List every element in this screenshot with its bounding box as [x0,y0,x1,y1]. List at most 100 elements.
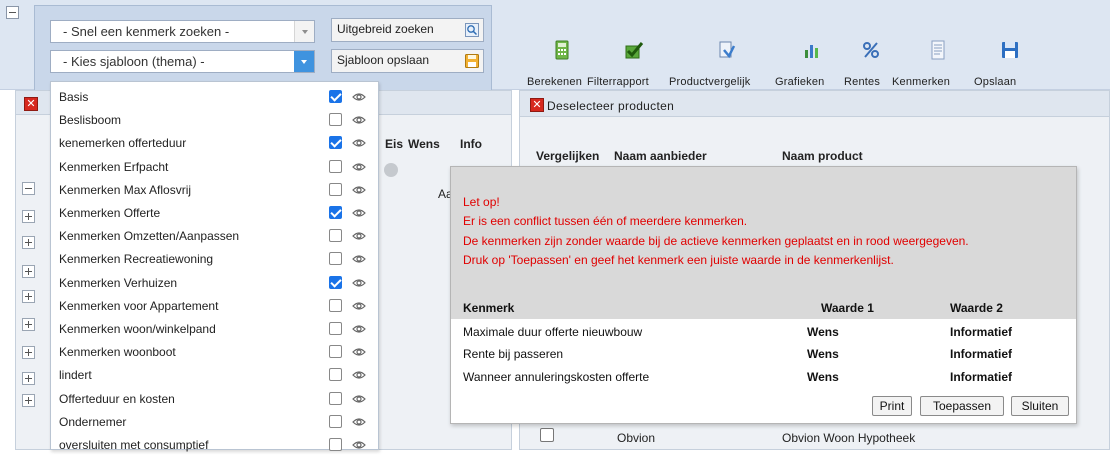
advanced-search-label: Uitgebreid zoeken [337,22,434,36]
eye-icon[interactable] [352,277,366,289]
bar-chart-icon [805,45,818,58]
expand-row-button[interactable] [22,290,35,303]
template-option-label: Kenmerken woon/winkelpand [59,322,216,336]
template-checkbox[interactable] [329,183,342,196]
template-option[interactable]: Kenmerken woonboot [51,341,378,364]
template-checkbox[interactable] [329,368,342,381]
template-checkbox[interactable] [329,322,342,335]
template-option[interactable]: Kenmerken Verhuizen [51,272,378,295]
advanced-search-button[interactable]: Uitgebreid zoeken [331,18,484,42]
expand-row-button[interactable] [22,265,35,278]
eye-icon[interactable] [352,114,366,126]
quick-search-select[interactable]: - Snel een kenmerk zoeken - [50,20,315,43]
save-template-button[interactable]: Sjabloon opslaan [331,49,484,73]
toolbar-label-opslaan: Opslaan [974,76,1017,88]
column-wens: Wens [408,137,440,151]
print-button[interactable]: Print [872,396,912,416]
column-naam-product: Naam product [782,149,863,163]
eye-icon[interactable] [352,184,366,196]
toolbar-features-button[interactable] [907,40,969,63]
eye-icon[interactable] [352,300,366,312]
template-select[interactable]: - Kies sjabloon (thema) - [50,50,315,73]
compare-icon [719,41,736,59]
eye-icon[interactable] [352,137,366,149]
template-option-label: Kenmerken voor Appartement [59,299,219,313]
template-option[interactable]: Kenmerken voor Appartement [51,295,378,318]
template-option[interactable]: Kenmerken Omzetten/Aanpassen [51,225,378,248]
expand-row-button[interactable] [22,318,35,331]
eye-icon[interactable] [352,161,366,173]
deselect-products-label[interactable]: Deselecteer producten [547,99,674,113]
template-checkbox[interactable] [329,299,342,312]
template-option-label: lindert [59,368,92,382]
template-option[interactable]: Kenmerken Erfpacht [51,156,378,179]
eye-icon[interactable] [352,369,366,381]
template-option-label: Kenmerken Omzetten/Aanpassen [59,229,240,243]
eye-icon[interactable] [352,439,366,451]
deselect-products-icon[interactable]: ✕ [530,98,544,112]
eye-icon[interactable] [352,393,366,405]
eye-icon[interactable] [352,346,366,358]
template-checkbox[interactable] [329,206,342,219]
template-option-label: Kenmerken Offerte [59,206,161,220]
template-option[interactable]: Offerteduur en kosten [51,388,378,411]
toolbar-productcompare-button[interactable] [696,40,758,63]
radio-indicator[interactable] [384,163,398,177]
template-checkbox[interactable] [329,160,342,173]
collapse-row-button[interactable] [22,182,35,195]
eye-icon[interactable] [352,253,366,265]
toolbar-save-button[interactable] [979,40,1041,63]
floppy-icon [465,54,479,68]
template-checkbox[interactable] [329,276,342,289]
template-checkbox[interactable] [329,415,342,428]
toolbar-filterreport-button[interactable] [603,40,665,63]
product-name: Obvion Woon Hypotheek [782,431,916,445]
warning-line-3: Druk op 'Toepassen' en geef het kenmerk … [463,253,894,267]
expand-row-button[interactable] [22,346,35,359]
template-option[interactable]: Ondernemer [51,411,378,434]
eye-icon[interactable] [352,416,366,428]
template-option[interactable]: kenemerken offerteduur [51,132,378,155]
toolbar-calculate-button[interactable] [531,40,593,63]
warning-title: Let op! [463,195,500,209]
collapse-header-button[interactable] [6,6,19,19]
template-checkbox[interactable] [329,252,342,265]
template-checkbox[interactable] [329,136,342,149]
column-eis: Eis [385,137,404,151]
template-dropdown: Basis Beslisboom kenemerken offerteduur Ken… [50,81,379,452]
template-option-label: Kenmerken Max Aflosvrij [59,183,192,197]
expand-row-button[interactable] [22,210,35,223]
column-vergelijken: Vergelijken [536,149,600,163]
template-option[interactable]: Beslisboom [51,109,378,132]
template-option[interactable]: Basis [51,86,378,109]
toolbar-charts-button[interactable] [781,40,843,63]
template-option[interactable]: Kenmerken Offerte [51,202,378,225]
deselect-features-icon[interactable]: ✕ [24,97,38,111]
template-checkbox[interactable] [329,90,342,103]
toolbar-rates-button[interactable] [840,40,902,63]
template-option[interactable]: Kenmerken Recreatiewoning [51,248,378,271]
template-checkbox[interactable] [329,345,342,358]
eye-icon[interactable] [352,207,366,219]
apply-button[interactable]: Toepassen [920,396,1004,416]
eye-icon[interactable] [352,230,366,242]
close-button[interactable]: Sluiten [1011,396,1069,416]
expand-row-button[interactable] [22,394,35,407]
expand-row-button[interactable] [22,372,35,385]
template-option-label: Kenmerken Recreatiewoning [59,252,214,266]
template-option[interactable]: lindert [51,364,378,387]
template-option[interactable]: Kenmerken Max Aflosvrij [51,179,378,202]
eye-icon[interactable] [352,323,366,335]
template-checkbox[interactable] [329,438,342,451]
template-checkbox[interactable] [329,229,342,242]
table-cell: Wens [807,370,839,384]
template-checkbox[interactable] [329,113,342,126]
template-checkbox[interactable] [329,392,342,405]
template-option[interactable]: Kenmerken woon/winkelpand [51,318,378,341]
template-option[interactable]: oversluiten met consumptief [51,434,378,457]
table-cell: Informatief [950,325,1013,339]
eye-icon[interactable] [352,91,366,103]
compare-checkbox[interactable] [540,428,554,442]
expand-row-button[interactable] [22,236,35,249]
template-option-label: Basis [59,90,89,104]
